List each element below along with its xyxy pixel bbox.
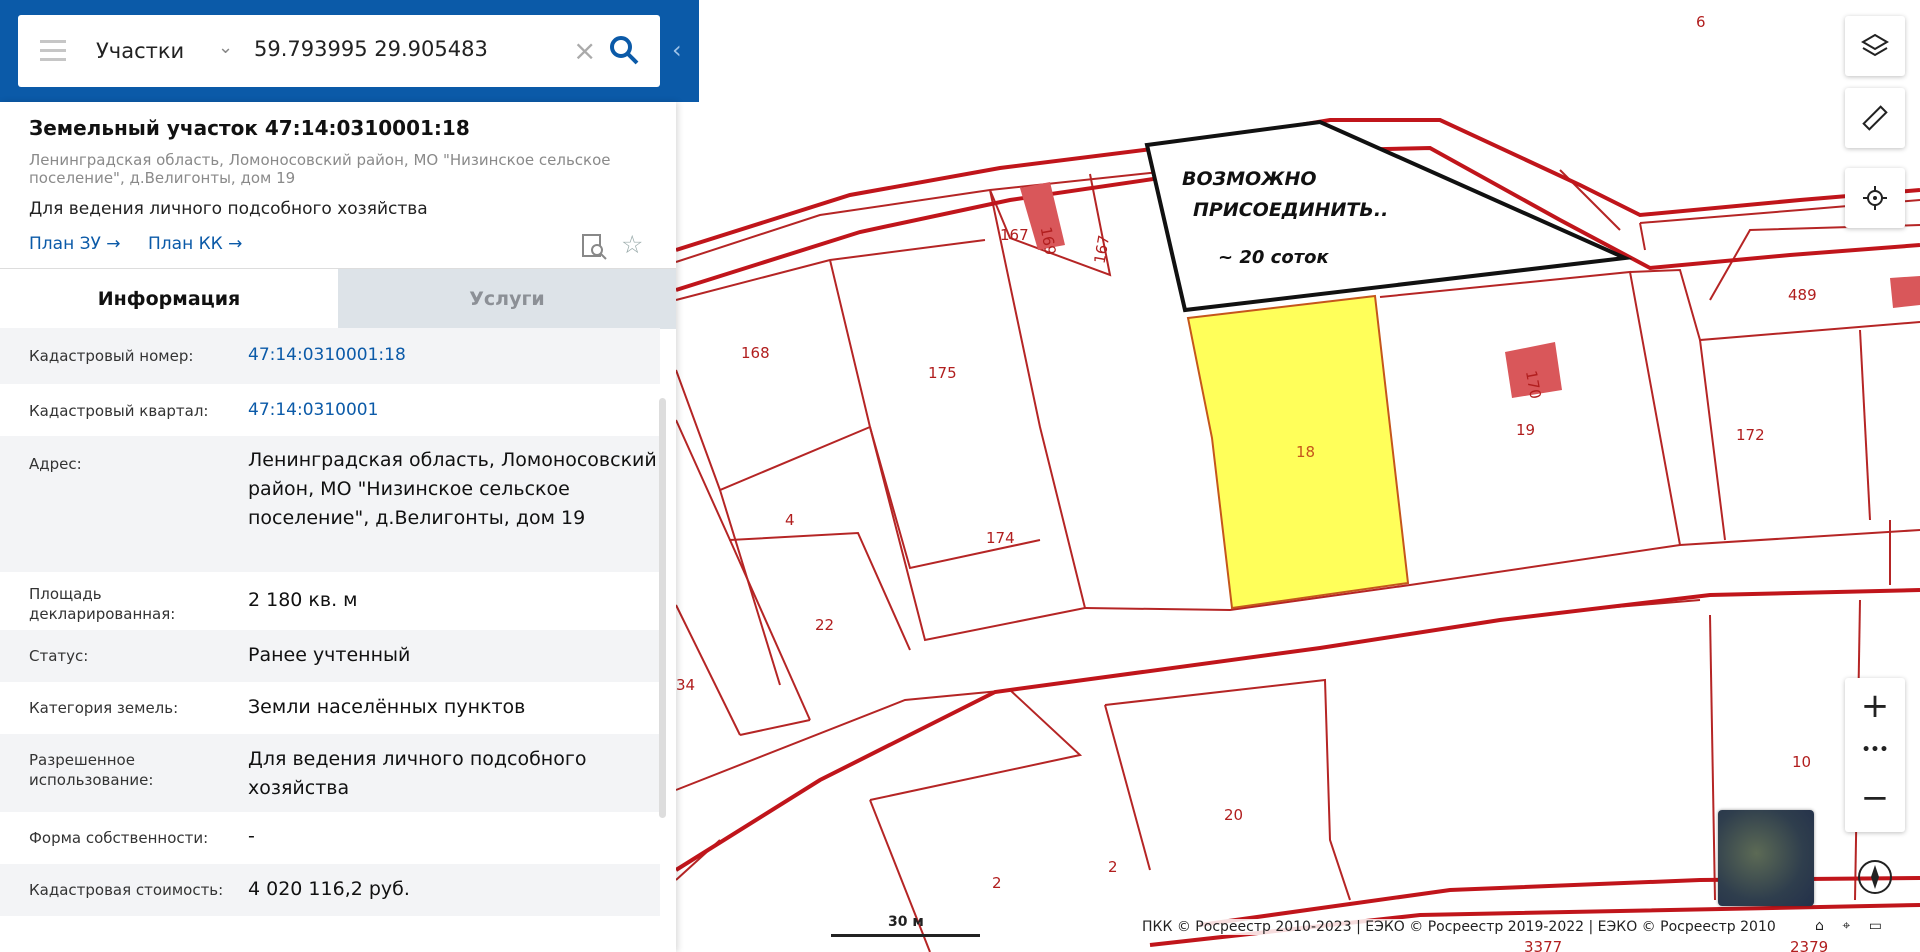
plan-kk-link[interactable]: План КК → <box>148 234 242 254</box>
row-label: Площадь декларированная: <box>29 585 176 623</box>
cadastral-quarter-link[interactable]: 47:14:0310001 <box>248 396 658 425</box>
scale-bar <box>831 934 980 937</box>
parcel-label: 6 <box>1696 13 1706 31</box>
document-search-icon[interactable] <box>580 232 608 264</box>
scrollbar[interactable] <box>659 398 666 818</box>
more-button[interactable]: ••• <box>1845 742 1905 758</box>
search-icon[interactable] <box>608 34 642 68</box>
zoom-out-button[interactable]: − <box>1845 778 1905 818</box>
chevron-down-icon[interactable]: ⌄ <box>218 37 233 58</box>
satellite-toggle[interactable] <box>1718 810 1814 906</box>
tab-info[interactable]: Информация <box>0 269 338 329</box>
info-row: Адрес: Ленинградская область, Ломоносовс… <box>0 436 660 572</box>
parcel-label: 169 <box>1037 225 1060 256</box>
permitted-use-value: Для ведения личного подсобного хозяйства <box>248 748 587 799</box>
search-type-select[interactable]: Участки <box>96 39 184 63</box>
parcel-label: 167 <box>1000 226 1029 244</box>
copyright-text: ПКК © Росреестр 2010-2023 | ЕЭКО © Росре… <box>1142 919 1776 935</box>
info-row: Форма собственности: - <box>0 812 660 864</box>
cadastral-number-link[interactable]: 47:14:0310001:18 <box>248 341 658 370</box>
parcel-label: 2 <box>992 874 1002 892</box>
ruler-icon <box>1862 105 1888 131</box>
parcel-label: 20 <box>1224 806 1243 824</box>
home-icon[interactable]: ⌂ <box>1815 918 1824 934</box>
parcel-label: 489 <box>1788 286 1817 304</box>
info-row: Разрешенное использование: Для ведения л… <box>0 734 660 812</box>
parcel-label: 168 <box>741 344 770 362</box>
parcel-label: 22 <box>815 616 834 634</box>
parcel-label: 167 <box>1091 234 1114 265</box>
info-row: Площадь декларированная: 2 180 кв. м <box>0 572 660 630</box>
search-box: Участки ⌄ × <box>18 15 660 87</box>
parcel-label: 175 <box>928 364 957 382</box>
info-row: Категория земель: Земли населённых пункт… <box>0 682 660 734</box>
row-label: Кадастровый квартал: <box>29 402 209 420</box>
info-row: Кадастровая стоимость: 4 020 116,2 руб. <box>0 864 660 916</box>
search-input[interactable] <box>254 37 554 61</box>
plan-zu-link[interactable]: План ЗУ → <box>29 234 121 254</box>
scale-label: 30 м <box>888 914 924 930</box>
parcel-label: 2 <box>1108 858 1118 876</box>
parcel-label: 34 <box>676 676 695 694</box>
area-value: 2 180 кв. м <box>248 589 358 611</box>
parcel-label: 3377 <box>1524 938 1562 952</box>
address-value: Ленинградская область, Ломоносовский рай… <box>248 449 657 529</box>
info-row: Кадастровый квартал: 47:14:0310001 <box>0 384 660 436</box>
address-summary: Ленинградская область, Ломоносовский рай… <box>29 151 611 187</box>
zoom-in-button[interactable]: + <box>1845 686 1905 726</box>
row-label: Разрешенное использование: <box>29 751 154 789</box>
row-label: Кадастровая стоимость: <box>29 881 224 899</box>
zoom-controls: + ••• − <box>1845 678 1905 832</box>
row-label: Адрес: <box>29 455 82 473</box>
hamburger-icon[interactable] <box>40 40 66 62</box>
annotation-text-line3: ~ 20 соток <box>1218 247 1329 268</box>
annotation-text-line2: ПРИСОЕДИНИТЬ.. <box>1193 199 1389 221</box>
search-bar: Участки ⌄ × ‹ <box>0 0 699 102</box>
star-icon[interactable]: ☆ <box>621 230 643 259</box>
parcel-label: 2379 <box>1790 938 1828 952</box>
layers-button[interactable] <box>1845 16 1905 76</box>
crosshair-icon <box>1863 186 1887 210</box>
parcel-label: 4 <box>785 511 795 529</box>
parcel-label: 19 <box>1516 421 1535 439</box>
building <box>1890 276 1920 308</box>
annotation-text-line1: ВОЗМОЖНО <box>1182 168 1317 190</box>
compass-icon[interactable] <box>1858 860 1892 894</box>
tabs: Информация Услуги <box>0 268 676 329</box>
ruler-button[interactable] <box>1845 88 1905 148</box>
status-value: Ранее учтенный <box>248 644 411 666</box>
parcel-label: 172 <box>1736 426 1765 444</box>
parcel-label: 18 <box>1296 443 1315 461</box>
ownership-value: - <box>248 825 255 847</box>
chevron-left-icon[interactable]: ‹ <box>672 36 682 64</box>
close-icon[interactable]: × <box>573 34 596 67</box>
row-label: Форма собственности: <box>29 829 209 847</box>
parcel-label: 10 <box>1792 753 1811 771</box>
info-row: Статус: Ранее учтенный <box>0 630 660 682</box>
cadastral-value: 4 020 116,2 руб. <box>248 878 410 900</box>
locate-button[interactable] <box>1845 168 1905 228</box>
info-row: Кадастровый номер: 47:14:0310001:18 <box>0 328 660 384</box>
row-label: Категория земель: <box>29 699 179 717</box>
target-icon[interactable]: ⌖ <box>1842 918 1850 934</box>
layers-icon <box>1861 33 1889 57</box>
window-icon[interactable]: ▭ <box>1869 918 1882 934</box>
page-title: Земельный участок 47:14:0310001:18 <box>29 116 470 140</box>
info-panel: Земельный участок 47:14:0310001:18 Ленин… <box>0 102 676 952</box>
row-label: Статус: <box>29 647 89 665</box>
parcel-label: 174 <box>986 529 1015 547</box>
tab-services[interactable]: Услуги <box>338 269 676 329</box>
land-category-value: Земли населённых пунктов <box>248 696 526 718</box>
purpose-text: Для ведения личного подсобного хозяйства <box>29 199 428 219</box>
row-label: Кадастровый номер: <box>29 347 194 365</box>
